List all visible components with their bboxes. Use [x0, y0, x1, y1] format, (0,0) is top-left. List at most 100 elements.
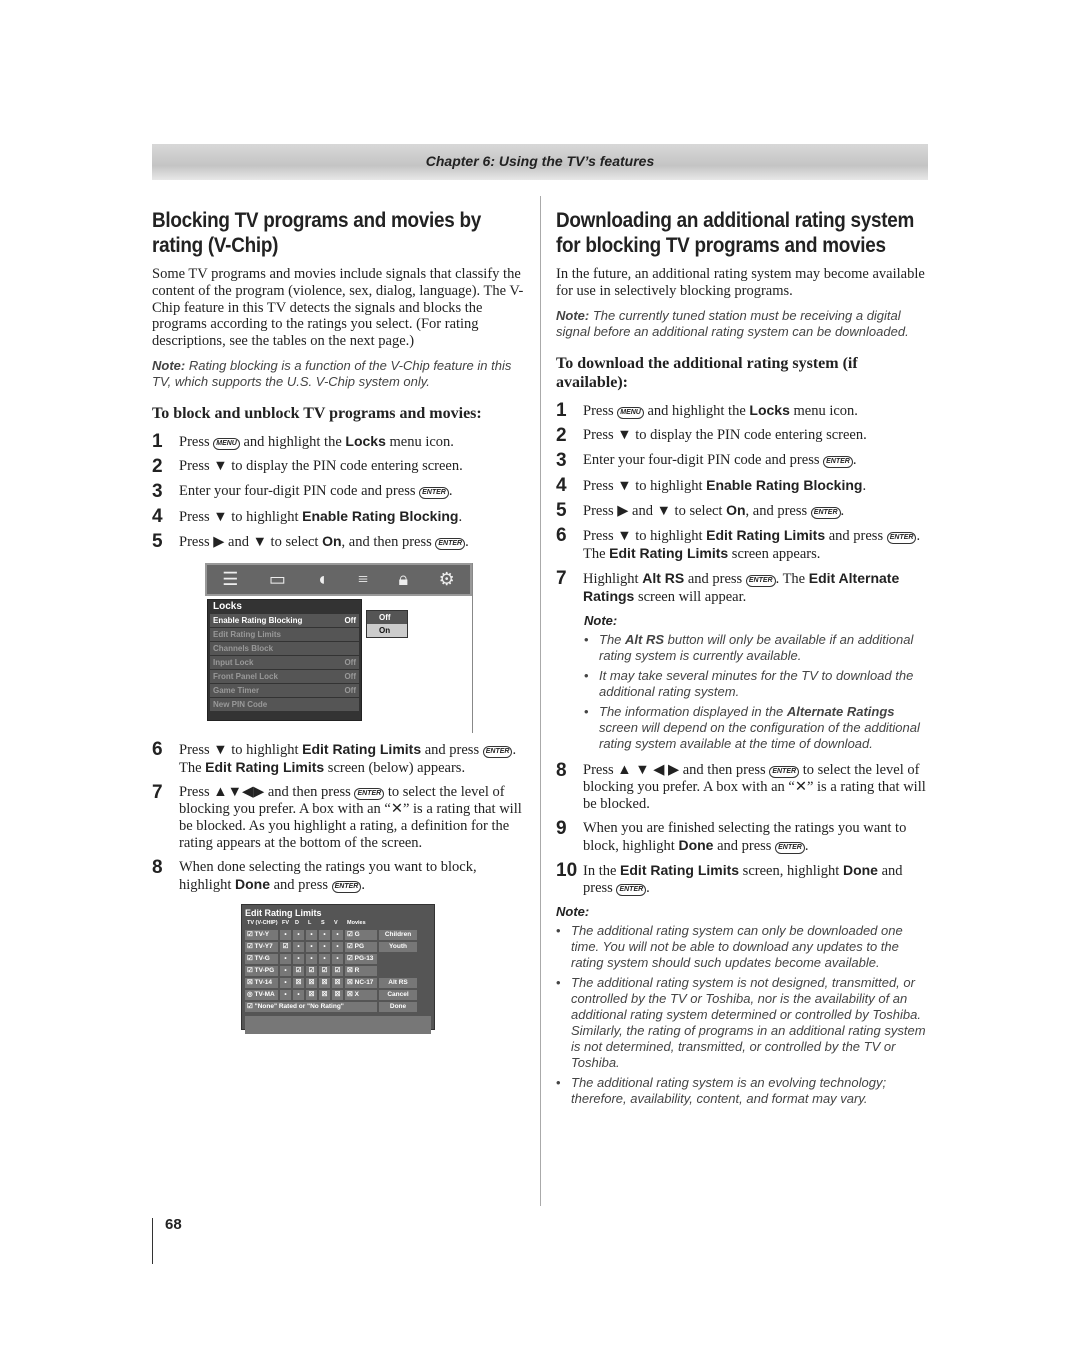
text-segment: Press	[583, 402, 618, 419]
content-cell[interactable]: •	[332, 929, 343, 940]
tv-rating-cell[interactable]: ☑ TV-Y7	[245, 941, 278, 952]
bold-term: Locks	[345, 432, 386, 449]
tv-rating-cell[interactable]: ◎ TV-MA	[245, 989, 278, 1000]
menu-row[interactable]: Game Timer Off	[210, 683, 359, 697]
content-cell[interactable]: •	[280, 989, 291, 1000]
chapter-header: Chapter 6: Using the TV’s features	[152, 144, 928, 180]
text-segment: .	[804, 837, 809, 854]
rating-state: ☒	[347, 978, 353, 986]
preset-button[interactable]: Alt RS	[379, 977, 417, 988]
bold-term: On	[322, 532, 342, 549]
text-segment: Press ▶ and ▼ to select	[179, 533, 323, 550]
content-cell[interactable]: •	[293, 941, 304, 952]
bold-term: Done	[842, 861, 878, 878]
tv-rating-cell[interactable]: ☒ TV-14	[245, 977, 278, 988]
text-segment: .	[852, 451, 857, 468]
content-cell[interactable]: ☒	[319, 977, 330, 988]
list-item: It may take several minutes for the TV t…	[584, 668, 932, 700]
content-cell[interactable]: •	[306, 929, 317, 940]
enter-button-icon: ENTER	[886, 531, 917, 544]
preset-button[interactable]: Youth	[379, 941, 417, 952]
content-cell[interactable]: •	[280, 977, 291, 988]
done-button[interactable]: Done	[379, 1001, 417, 1012]
step-text: Press ▼ to highlight Edit Rating Limits …	[179, 741, 528, 777]
menu-row[interactable]: New PIN Code	[210, 697, 359, 711]
content-cell[interactable]: ☒	[306, 977, 317, 988]
movie-rating-cell[interactable]: ☑ PG-13	[345, 953, 377, 964]
menu-row[interactable]: Front Panel Lock Off	[210, 669, 359, 683]
menu-row[interactable]: Enable Rating Blocking Off	[210, 613, 359, 627]
rating-label: R	[354, 966, 360, 974]
content-cell[interactable]: ☒	[306, 989, 317, 1000]
menu-row[interactable]: Input Lock Off	[210, 655, 359, 669]
movie-rating-cell[interactable]: ☑ PG	[345, 941, 377, 952]
content-cell[interactable]: •	[332, 953, 343, 964]
content-cell[interactable]: •	[319, 941, 330, 952]
text-segment: menu icon.	[789, 402, 858, 419]
content-cell[interactable]: •	[319, 953, 330, 964]
rating-label: PG	[354, 942, 365, 950]
text-segment: Press ▲ ▼ ◀ ▶ and then press	[583, 761, 770, 778]
enter-button-icon: ENTER	[419, 486, 449, 499]
list-item: The additional rating system can only be…	[556, 923, 932, 971]
preset-button	[379, 966, 417, 976]
content-cell[interactable]: ☒	[332, 977, 343, 988]
column-header: D	[295, 919, 299, 926]
tv-rating-cell[interactable]: ☑ TV-PG	[245, 965, 278, 976]
content-cell[interactable]: ☑	[306, 965, 317, 976]
content-cell[interactable]: ☒	[293, 977, 304, 988]
tv-rating-cell[interactable]: ☑ TV-G	[245, 953, 278, 964]
content-cell[interactable]: ☑	[332, 965, 343, 976]
content-cell[interactable]: •	[319, 929, 330, 940]
none-rated-cell[interactable]: ☑ "None" Rated or "No Rating"	[245, 1001, 377, 1012]
movie-rating-cell[interactable]: ☒ X	[345, 989, 377, 1000]
intro-paragraph: Some TV programs and movies include sign…	[152, 266, 524, 350]
content-cell[interactable]: •	[306, 953, 317, 964]
text-segment: Press	[179, 433, 214, 450]
menu-row[interactable]: Edit Rating Limits	[210, 627, 359, 641]
content-cell[interactable]: ☒	[332, 989, 343, 1000]
movie-rating-cell[interactable]: ☒ R	[345, 965, 377, 976]
preset-button[interactable]: Children	[379, 929, 417, 940]
step-text: Press ▲▼◀▶ and then press ENTER to selec…	[179, 784, 528, 852]
step-item: 10 In the Edit Rating Limits screen, high…	[556, 861, 932, 897]
menu-row[interactable]: Channels Block	[210, 641, 359, 655]
step-item: 8 Press ▲ ▼ ◀ ▶ and then press ENTER to s…	[556, 761, 932, 813]
text-segment: and press	[270, 876, 332, 893]
column-header: S	[321, 919, 325, 926]
popup-off: Off	[379, 612, 391, 622]
rating-label: PG-13	[354, 954, 374, 962]
content-cell[interactable]: •	[280, 953, 291, 964]
content-cell[interactable]: ☑	[280, 941, 291, 952]
step-number: 8	[152, 856, 163, 878]
content-cell[interactable]: •	[280, 929, 291, 940]
section-title: Downloading an additional rating system …	[556, 209, 915, 257]
text-segment: The additional rating system is an evolv…	[571, 1074, 887, 1106]
text-segment: The information displayed in the	[599, 703, 787, 719]
step-text: Press ▼ to display the PIN code entering…	[583, 427, 867, 445]
step-item: 4 Press ▼ to highlight Enable Rating Bloc…	[556, 476, 932, 495]
content-cell[interactable]: ☑	[319, 965, 330, 976]
step-item: 5 Press ▶ and ▼ to select On, and then pr…	[152, 532, 528, 551]
enter-button-icon: ENTER	[810, 506, 841, 519]
content-cell[interactable]: •	[293, 929, 304, 940]
content-cell[interactable]: •	[332, 941, 343, 952]
text-segment: The	[599, 631, 626, 647]
text-segment: Press ▼ to highlight	[583, 527, 707, 544]
picture-icon: ▭	[268, 568, 286, 589]
movie-rating-cell[interactable]: ☑ G	[345, 929, 377, 940]
content-cell[interactable]: ☑	[293, 965, 304, 976]
rating-label: G	[354, 930, 360, 938]
content-cell[interactable]: •	[293, 989, 304, 1000]
subheading: To download the additional rating system…	[556, 354, 858, 391]
movie-rating-cell[interactable]: ☒ NC-17	[345, 977, 377, 988]
tv-rating-cell[interactable]: ☑ TV-Y	[245, 929, 278, 940]
intro-paragraph: In the future, an additional rating syst…	[556, 266, 925, 299]
content-cell[interactable]: •	[306, 941, 317, 952]
content-cell[interactable]: •	[280, 965, 291, 976]
content-cell[interactable]: •	[293, 953, 304, 964]
content-cell[interactable]: ☒	[319, 989, 330, 1000]
page-number: 68	[165, 1216, 182, 1233]
column-header: V	[334, 919, 338, 926]
preset-button[interactable]: Cancel	[379, 989, 417, 1000]
